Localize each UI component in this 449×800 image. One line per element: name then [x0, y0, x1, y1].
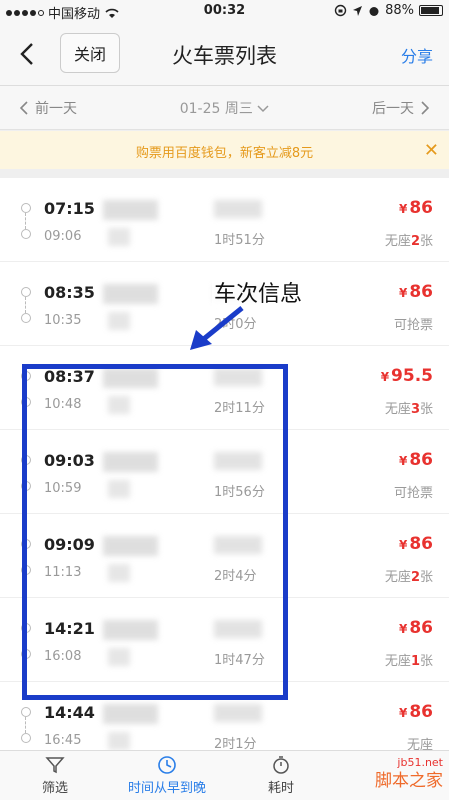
status-bar: 中国移动 00:32 88%: [0, 0, 449, 22]
current-date-label: 01-25 周三: [179, 101, 253, 117]
watermark-name: 脚本之家: [375, 771, 443, 791]
location-icon: [353, 5, 363, 16]
currency-symbol: ¥: [398, 454, 408, 468]
seat-availability: 可抢票: [394, 314, 433, 333]
seat-count: 2: [410, 234, 420, 249]
price-amount: 86: [409, 282, 433, 302]
price-amount: 86: [409, 198, 433, 218]
tab-sort-by-time[interactable]: 时间从早到晚: [112, 755, 222, 796]
seat-unit: 张: [419, 402, 433, 417]
ticket-price: ¥86: [399, 618, 433, 638]
departure-time: 07:15: [44, 199, 95, 218]
tab-sort-by-time-label: 时间从早到晚: [127, 781, 206, 796]
seat-status-label: 可抢票: [393, 318, 433, 333]
currency-symbol: ¥: [398, 706, 408, 720]
tab-filter-label: 筛选: [41, 781, 68, 796]
price-amount: 86: [409, 702, 433, 722]
watermark-domain: jb51.net: [397, 756, 443, 769]
promo-text: 购票用百度钱包，新客立减8元: [135, 146, 314, 161]
nav-bar: 关闭 火车票列表 分享: [0, 22, 449, 86]
filter-icon: [45, 757, 65, 774]
currency-symbol: ¥: [398, 622, 408, 636]
price-amount: 86: [409, 450, 433, 470]
currency-symbol: ¥: [398, 286, 408, 300]
ticket-price: ¥86: [399, 534, 433, 554]
price-amount: 86: [409, 534, 433, 554]
train-row[interactable]: 07:15 09:06 1时51分 ¥86 无座2张: [0, 178, 449, 262]
status-indicators: 88%: [334, 3, 443, 18]
travel-duration: 1时51分: [214, 233, 265, 248]
next-day-button[interactable]: 后一天: [372, 98, 429, 118]
seat-availability: 无座3张: [385, 398, 433, 417]
back-arrow-icon[interactable]: [14, 40, 42, 68]
battery-icon: [419, 5, 443, 16]
seat-status-label: 无座: [384, 654, 411, 669]
tab-sort-by-duration-label: 耗时: [267, 781, 294, 796]
seat-status-label: 可抢票: [393, 486, 433, 501]
rotation-lock-icon: [334, 4, 347, 17]
seat-availability: 无座1张: [385, 650, 433, 669]
ticket-price: ¥86: [399, 198, 433, 218]
date-bar: 前一天 01-25 周三 后一天: [0, 86, 449, 130]
seat-unit: 张: [419, 234, 433, 249]
seat-availability: 可抢票: [394, 482, 433, 501]
route-timeline-icon: [21, 707, 31, 743]
arrival-time: 09:06: [44, 229, 82, 244]
seat-count: 1: [410, 654, 420, 669]
site-watermark: jb51.net 脚本之家: [375, 754, 443, 790]
arrival-time: 10:35: [44, 313, 82, 328]
seat-availability: 无座2张: [385, 566, 433, 585]
share-button[interactable]: 分享: [401, 43, 433, 67]
departure-time: 08:35: [44, 283, 95, 302]
arrival-station-blurred: [214, 704, 262, 722]
chevron-right-icon: [421, 101, 429, 115]
seat-count: 3: [410, 402, 420, 417]
tab-filter[interactable]: 筛选: [0, 755, 110, 796]
clock-icon: [158, 756, 176, 774]
seat-availability: 无座2张: [385, 230, 433, 249]
departure-station-blurred: [108, 732, 130, 750]
departure-time: 14:44: [44, 703, 95, 722]
route-timeline-icon: [21, 203, 31, 239]
close-icon[interactable]: ✕: [424, 140, 439, 161]
chevron-down-icon: [257, 105, 269, 113]
seat-unit: 张: [419, 570, 433, 585]
arrival-time: 16:45: [44, 733, 82, 748]
train-number-blurred: [103, 284, 158, 304]
ticket-price: ¥95.5: [381, 366, 433, 386]
departure-station-blurred: [108, 312, 130, 330]
price-amount: 95.5: [391, 366, 433, 386]
ticket-price: ¥86: [399, 282, 433, 302]
seat-status-label: 无座: [384, 570, 411, 585]
seat-unit: 张: [419, 654, 433, 669]
alarm-icon: [369, 6, 379, 16]
promo-banner[interactable]: 购票用百度钱包，新客立减8元 ✕: [0, 131, 449, 169]
currency-symbol: ¥: [380, 370, 390, 384]
currency-symbol: ¥: [398, 202, 408, 216]
seat-status-label: 无座: [384, 402, 411, 417]
arrival-station-blurred: [214, 200, 262, 218]
annotation-arrow-icon: [190, 306, 244, 350]
tab-sort-by-duration[interactable]: 耗时: [226, 755, 336, 796]
stopwatch-icon: [273, 756, 289, 774]
seat-count: 2: [410, 570, 420, 585]
battery-percent: 88%: [385, 3, 414, 18]
close-button[interactable]: 关闭: [60, 33, 120, 73]
next-day-label: 后一天: [372, 101, 414, 117]
price-amount: 86: [409, 618, 433, 638]
ticket-price: ¥86: [399, 702, 433, 722]
seat-status-label: 无座: [384, 234, 411, 249]
train-number-blurred: [103, 200, 158, 220]
annotation-highlight-box: [22, 364, 288, 700]
currency-symbol: ¥: [398, 538, 408, 552]
route-timeline-icon: [21, 287, 31, 323]
departure-station-blurred: [108, 228, 130, 246]
ticket-price: ¥86: [399, 450, 433, 470]
train-number-blurred: [103, 704, 158, 724]
